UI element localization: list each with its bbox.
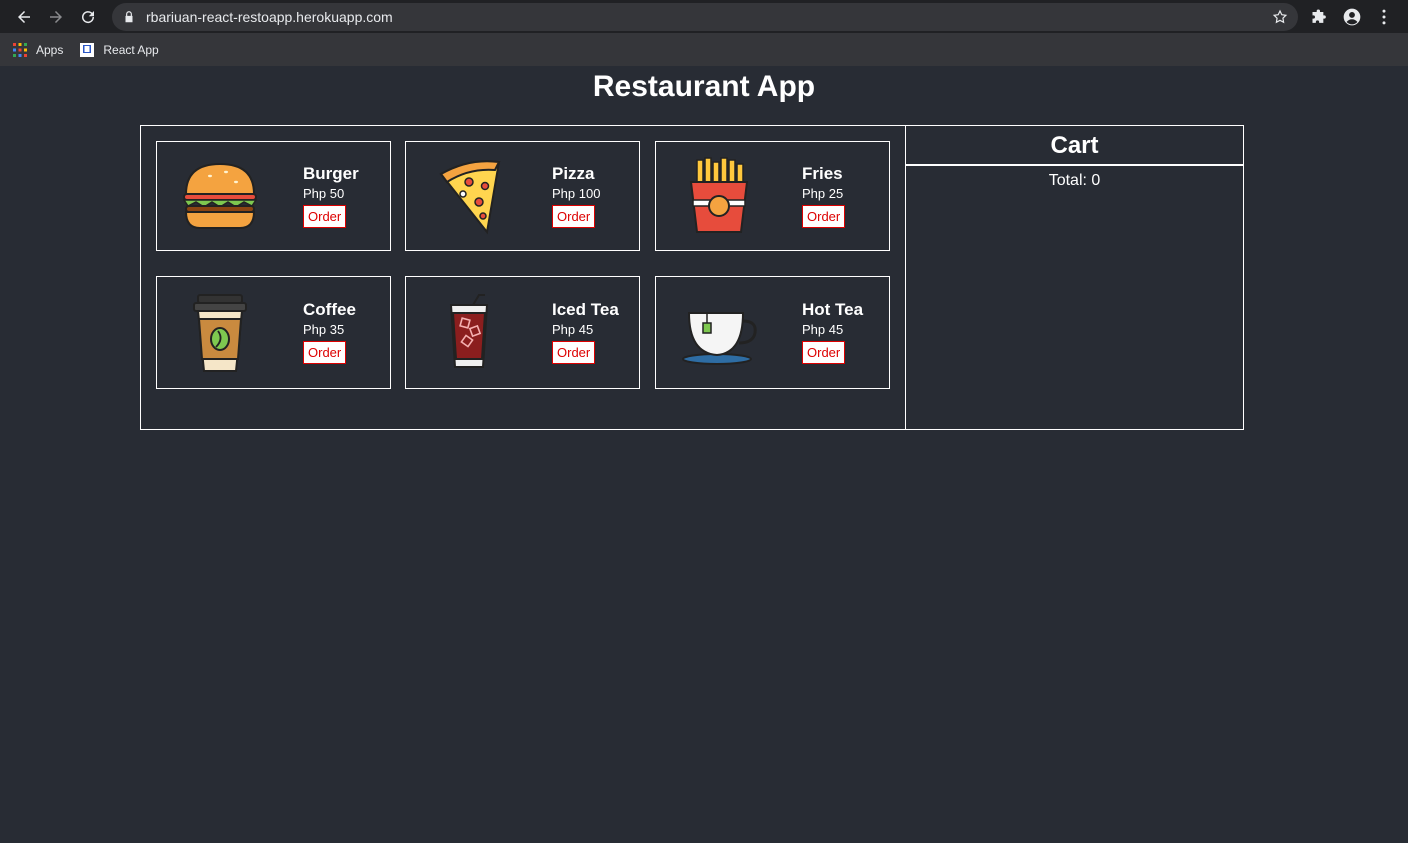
item-info: Burger Php 50 Order <box>282 163 390 228</box>
apps-grid-icon <box>13 42 27 57</box>
item-info: Fries Php 25 Order <box>781 163 889 228</box>
favicon-icon <box>80 42 95 57</box>
menu-item-card: Iced Tea Php 45 Order <box>405 276 640 389</box>
star-icon[interactable] <box>1272 9 1288 25</box>
item-name: Burger <box>303 163 359 183</box>
bookmark-label: Apps <box>36 42 64 57</box>
page-title: Restaurant App <box>592 70 816 103</box>
item-image <box>406 293 531 373</box>
item-name: Pizza <box>552 163 595 183</box>
bookmarks-bar: Apps React App <box>0 33 1408 66</box>
cart-total: Total: 0 <box>1048 172 1101 189</box>
page-content: Restaurant App Burger Php 50 Order Pizza… <box>0 66 1408 843</box>
back-button[interactable] <box>8 1 40 33</box>
item-name: Coffee <box>303 300 356 319</box>
extensions-button[interactable] <box>1304 1 1336 33</box>
burger-icon <box>182 162 257 229</box>
arrow-left-icon <box>18 10 30 23</box>
pizza-icon <box>438 160 501 235</box>
puzzle-icon <box>1312 9 1326 23</box>
order-button[interactable]: Order <box>802 204 846 228</box>
item-image <box>157 156 282 236</box>
order-button[interactable]: Order <box>303 341 347 364</box>
url-text: rbariuan-react-restoapp.herokuapp.com <box>146 8 393 25</box>
item-name: Iced Tea <box>552 300 619 319</box>
item-info: Pizza Php 100 Order <box>531 163 639 228</box>
item-image <box>656 293 781 373</box>
menu-item-card: Coffee Php 35 Order <box>156 276 391 389</box>
item-info: Iced Tea Php 45 Order <box>531 301 639 364</box>
order-button[interactable]: Order <box>802 341 846 364</box>
kebab-menu-icon <box>1382 9 1386 24</box>
profile-button[interactable] <box>1336 1 1368 33</box>
item-price: Php 45 <box>552 322 594 337</box>
order-button[interactable]: Order <box>552 341 596 364</box>
bookmark-apps[interactable]: Apps <box>12 42 63 58</box>
order-button[interactable]: Order <box>552 204 596 228</box>
account-circle-icon <box>1343 8 1361 25</box>
menu-item-card: Fries Php 25 Order <box>655 141 890 251</box>
coffee-icon <box>192 293 247 372</box>
arrow-right-icon <box>50 10 62 23</box>
item-price: Php 45 <box>802 322 844 337</box>
item-name: Hot Tea <box>802 300 864 319</box>
item-price: Php 100 <box>552 185 601 201</box>
item-image <box>157 293 282 373</box>
main-layout: Burger Php 50 Order Pizza Php 100 Order … <box>140 125 1244 430</box>
bookmark-label: React App <box>103 42 159 57</box>
iced-tea-icon <box>449 293 488 368</box>
reload-button[interactable] <box>72 1 104 33</box>
bookmark-react-app[interactable]: React App <box>79 42 159 58</box>
browser-chrome: rbariuan-react-restoapp.herokuapp.com Ap… <box>0 0 1408 66</box>
item-price: Php 50 <box>303 185 345 201</box>
item-image <box>406 156 531 236</box>
cart-title: Cart <box>906 126 1243 166</box>
item-info: Coffee Php 35 Order <box>282 301 390 364</box>
item-image <box>656 156 781 236</box>
menu-button[interactable] <box>1368 1 1400 33</box>
menu-item-card: Burger Php 50 Order <box>156 141 391 251</box>
order-button[interactable]: Order <box>303 204 347 228</box>
fries-icon <box>689 157 748 233</box>
address-bar[interactable]: rbariuan-react-restoapp.herokuapp.com <box>112 2 1298 31</box>
lock-icon <box>125 10 133 22</box>
reload-icon <box>82 10 95 23</box>
cart-panel: Cart Total: 0 <box>906 125 1244 430</box>
item-name: Fries <box>802 163 843 183</box>
item-info: Hot Tea Php 45 Order <box>781 301 889 364</box>
menu-panel: Burger Php 50 Order Pizza Php 100 Order … <box>140 125 906 430</box>
browser-toolbar: rbariuan-react-restoapp.herokuapp.com <box>0 0 1408 33</box>
hot-tea-icon <box>681 311 757 365</box>
forward-button[interactable] <box>40 1 72 33</box>
menu-item-card: Hot Tea Php 45 Order <box>655 276 890 389</box>
item-price: Php 35 <box>303 322 345 337</box>
item-price: Php 25 <box>802 185 844 201</box>
menu-item-card: Pizza Php 100 Order <box>405 141 640 251</box>
